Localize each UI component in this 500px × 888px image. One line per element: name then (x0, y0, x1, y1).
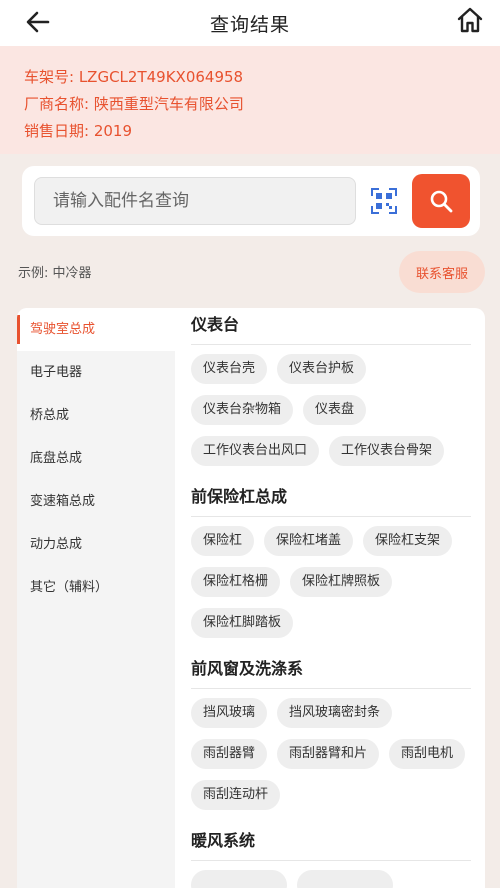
part-tag[interactable] (297, 870, 393, 888)
search-button[interactable] (412, 174, 470, 228)
category-sidebar: 驾驶室总成 电子电器 桥总成 底盘总成 变速箱总成 动力总成 其它（辅料） (17, 308, 175, 888)
category-item-gearbox[interactable]: 变速箱总成 (17, 480, 175, 523)
part-tags: 保险杠 保险杠堵盖 保险杠支架 保险杠格栅 保险杠牌照板 保险杠脚踏板 (191, 526, 471, 638)
part-tag[interactable]: 保险杠牌照板 (290, 567, 393, 597)
search-icon (430, 190, 453, 213)
part-tag[interactable] (191, 870, 287, 888)
vin-text: 车架号: LZGCL2T49KX064958 (24, 68, 244, 86)
section-title: 暖风系统 (191, 824, 471, 861)
sale-date-text: 销售日期: 2019 (24, 122, 132, 140)
search-input[interactable] (34, 177, 356, 225)
home-icon[interactable] (456, 6, 484, 34)
part-tag[interactable]: 仪表台杂物箱 (191, 395, 294, 425)
category-item-chassis[interactable]: 底盘总成 (17, 437, 175, 480)
part-tags: 挡风玻璃 挡风玻璃密封条 雨刮器臂 雨刮器臂和片 雨刮电机 雨刮连动杆 (191, 698, 471, 810)
top-bar: 查询结果 (0, 0, 500, 46)
category-item-cab[interactable]: 驾驶室总成 (17, 308, 175, 351)
part-tag[interactable]: 挡风玻璃密封条 (277, 698, 393, 728)
manufacturer-text: 厂商名称: 陕西重型汽车有限公司 (24, 95, 244, 113)
part-tag[interactable]: 挡风玻璃 (191, 698, 268, 728)
page-title: 查询结果 (209, 13, 290, 36)
part-tag[interactable]: 保险杠堵盖 (264, 526, 354, 556)
example-hint: 示例: 中冷器 (18, 266, 92, 281)
part-tag[interactable]: 仪表盘 (303, 395, 367, 425)
parts-section: 暖风系统 (191, 824, 471, 888)
category-item-powertrain[interactable]: 动力总成 (17, 523, 175, 566)
section-title: 前保险杠总成 (191, 480, 471, 517)
parts-section: 前保险杠总成 保险杠 保险杠堵盖 保险杠支架 保险杠格栅 保险杠牌照板 保险杠脚… (191, 480, 471, 638)
vehicle-info: 车架号: LZGCL2T49KX064958 厂商名称: 陕西重型汽车有限公司 … (0, 46, 500, 154)
part-tag[interactable]: 工作仪表台出风口 (191, 436, 320, 466)
search-card (22, 166, 480, 236)
parts-content: 仪表台 仪表台壳 仪表台护板 仪表台杂物箱 仪表盘 工作仪表台出风口 工作仪表台… (191, 308, 471, 888)
category-item-electrical[interactable]: 电子电器 (17, 351, 175, 394)
part-tags (191, 870, 471, 888)
category-panel: 驾驶室总成 电子电器 桥总成 底盘总成 变速箱总成 动力总成 其它（辅料） 仪表… (17, 308, 485, 888)
part-tag[interactable]: 工作仪表台骨架 (329, 436, 445, 466)
back-arrow-icon[interactable] (24, 8, 52, 36)
part-tag[interactable]: 雨刮连动杆 (191, 780, 281, 810)
section-title: 仪表台 (191, 308, 471, 345)
category-item-other[interactable]: 其它（辅料） (17, 566, 175, 609)
part-tag[interactable]: 保险杠 (191, 526, 255, 556)
part-tag[interactable]: 仪表台护板 (277, 354, 367, 384)
part-tag[interactable]: 雨刮器臂 (191, 739, 268, 769)
part-tag[interactable]: 保险杠支架 (363, 526, 453, 556)
parts-section: 前风窗及洗涤系 挡风玻璃 挡风玻璃密封条 雨刮器臂 雨刮器臂和片 雨刮电机 雨刮… (191, 652, 471, 810)
part-tags: 仪表台壳 仪表台护板 仪表台杂物箱 仪表盘 工作仪表台出风口 工作仪表台骨架 (191, 354, 471, 466)
contact-service-button[interactable]: 联系客服 (399, 251, 485, 293)
section-title: 前风窗及洗涤系 (191, 652, 471, 689)
part-tag[interactable]: 雨刮器臂和片 (277, 739, 380, 769)
part-tag[interactable]: 仪表台壳 (191, 354, 268, 384)
part-tag[interactable]: 雨刮电机 (389, 739, 466, 769)
category-item-axle[interactable]: 桥总成 (17, 394, 175, 437)
part-tag[interactable]: 保险杠格栅 (191, 567, 281, 597)
scan-qr-icon[interactable] (371, 188, 397, 214)
parts-section: 仪表台 仪表台壳 仪表台护板 仪表台杂物箱 仪表盘 工作仪表台出风口 工作仪表台… (191, 308, 471, 466)
part-tag[interactable]: 保险杠脚踏板 (191, 608, 294, 638)
